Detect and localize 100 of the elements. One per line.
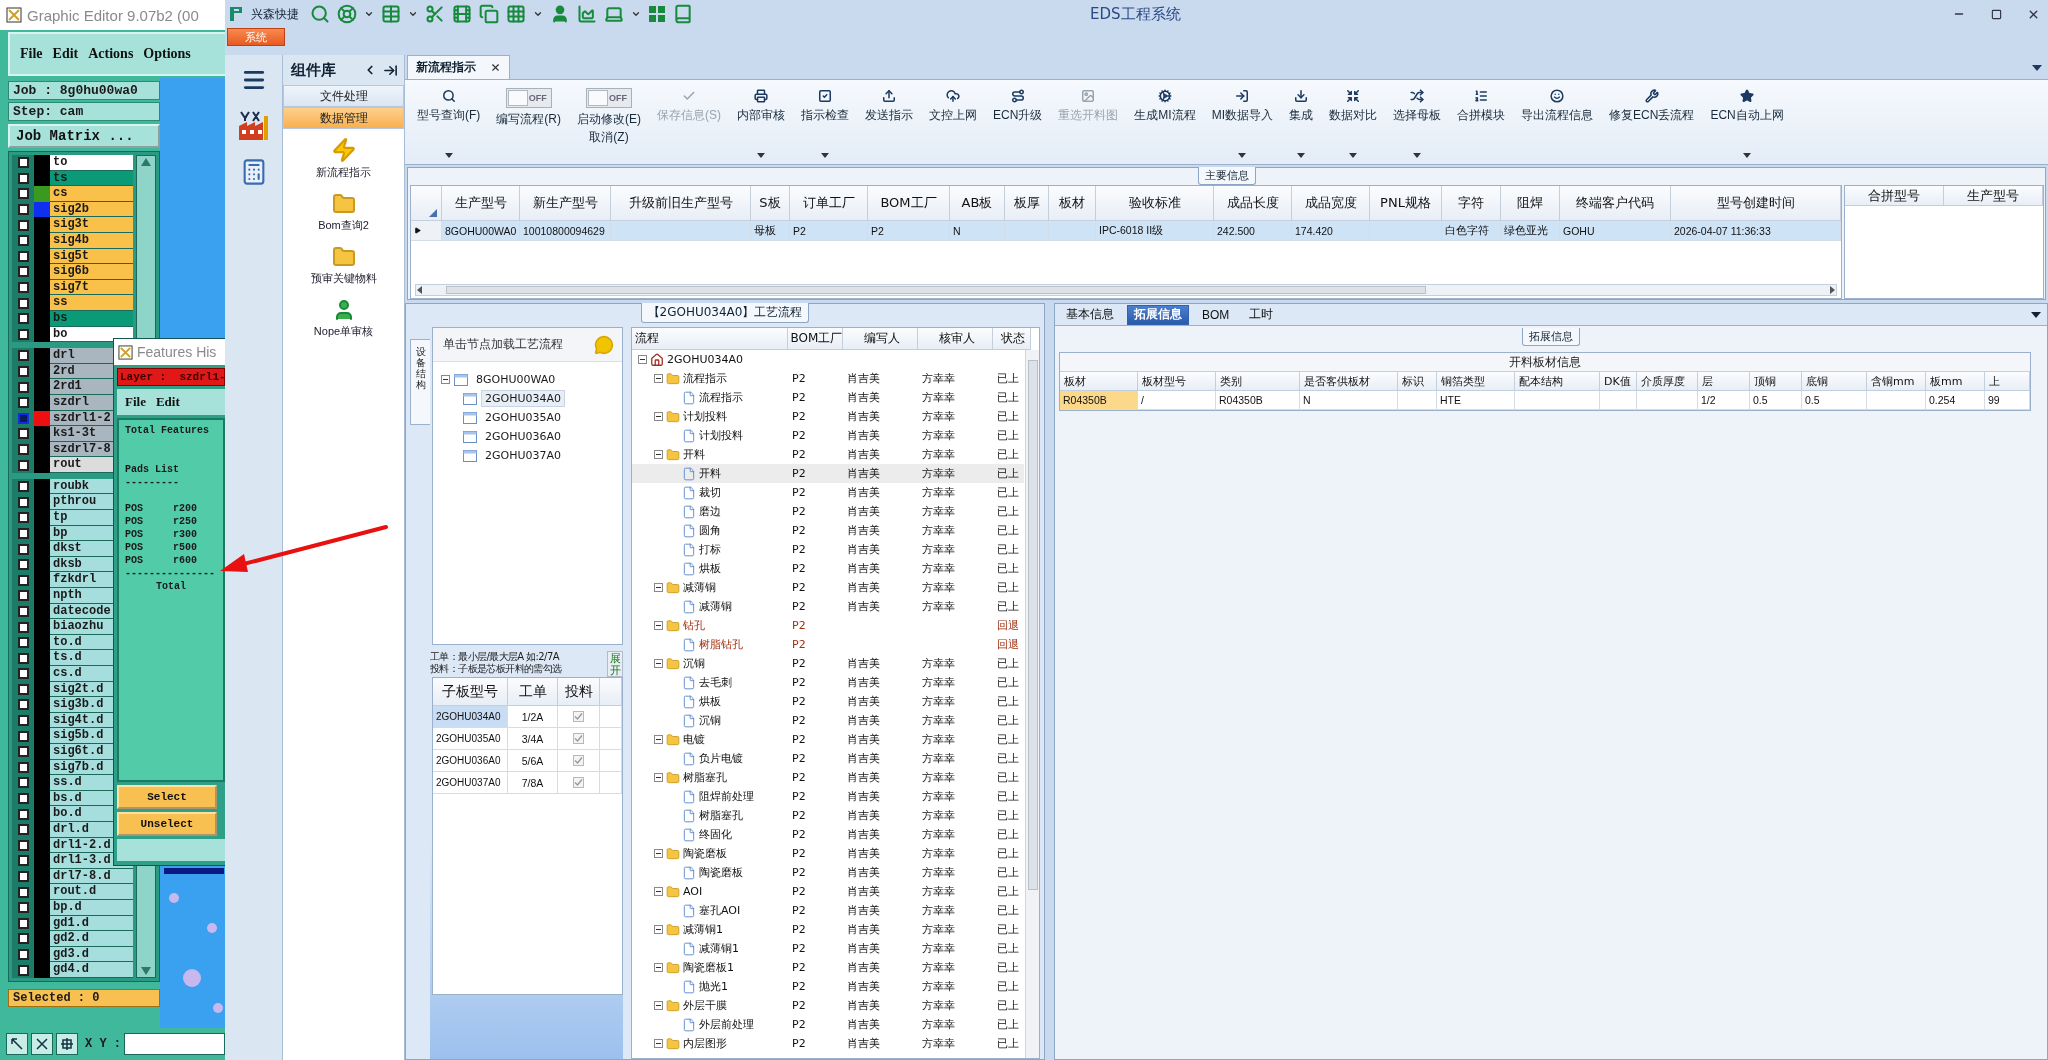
checkbox[interactable]	[573, 777, 584, 788]
ribbon-button[interactable]: 发送指示	[857, 84, 921, 164]
toggle-switch[interactable]: OFF	[505, 88, 552, 108]
toggle-switch[interactable]: OFF	[586, 88, 632, 108]
tool-button[interactable]	[6, 1033, 28, 1055]
column-header[interactable]: 成品长度	[1214, 186, 1292, 221]
layer-name[interactable]: to	[50, 155, 133, 171]
layer-checkbox[interactable]	[17, 366, 29, 377]
tool-button[interactable]	[56, 1033, 78, 1055]
layer-checkbox[interactable]	[17, 855, 29, 867]
process-row[interactable]: 电镀 P2 肖吉美 方幸幸 已上	[632, 730, 1024, 749]
ribbon-button[interactable]: 文控上网	[921, 84, 985, 164]
column-header[interactable]: 板mm	[1926, 372, 1985, 391]
layer-checkbox[interactable]	[17, 188, 29, 200]
layer-checkbox[interactable]	[17, 917, 29, 929]
menu-item[interactable]: Edit	[155, 394, 180, 410]
ribbon-button[interactable]: 内部审核	[729, 84, 793, 164]
toggle-button[interactable]: OFF 编写流程(R)	[488, 84, 569, 164]
tree-node[interactable]: 2GOHU036A0	[481, 428, 566, 445]
layer-checkbox[interactable]	[17, 824, 29, 836]
menu-item[interactable]: Options	[143, 46, 191, 62]
scroll-left-icon[interactable]	[416, 286, 424, 294]
layer-checkbox[interactable]	[17, 808, 29, 820]
ribbon-button[interactable]: 生成MI流程	[1126, 84, 1204, 164]
layer-checkbox[interactable]	[17, 412, 29, 424]
sidebar-item[interactable]: Nope单审核	[283, 290, 404, 343]
ribbon-button[interactable]: 选择母板	[1385, 84, 1450, 164]
ribbon-button[interactable]: 修复ECN丢流程	[1601, 84, 1703, 164]
layer-checkbox[interactable]	[17, 282, 29, 294]
layer-checkbox[interactable]	[17, 761, 29, 773]
tab[interactable]: 工时	[1242, 304, 1281, 325]
column-header[interactable]: 含铜mm	[1867, 372, 1926, 391]
process-row[interactable]: 烘板 P2 肖吉美 方幸幸 已上	[632, 692, 1024, 711]
collapse-icon[interactable]	[654, 450, 663, 459]
expand-button[interactable]: 展开	[607, 651, 623, 677]
column-header[interactable]: 标识	[1398, 372, 1437, 391]
column-header[interactable]: 板材	[1049, 186, 1096, 221]
layer-name[interactable]: sig3t	[50, 217, 133, 233]
process-row[interactable]: 磨边 P2 肖吉美 方幸幸 已上	[632, 502, 1024, 521]
column-header[interactable]: S板	[751, 186, 790, 221]
layer-checkbox[interactable]	[17, 590, 29, 602]
menu-item[interactable]: Edit	[52, 46, 79, 62]
layer-checkbox[interactable]	[17, 559, 29, 571]
column-header[interactable]: 配本结构	[1515, 372, 1600, 391]
process-row[interactable]: 内层图形 P2 肖吉美 方幸幸 已上	[632, 1034, 1024, 1053]
process-row[interactable]: 终固化 P2 肖吉美 方幸幸 已上	[632, 825, 1024, 844]
column-header[interactable]: 新生产型号	[520, 186, 611, 221]
collapse-icon[interactable]	[654, 773, 663, 782]
ribbon-button[interactable]: 集成	[1281, 84, 1322, 164]
layer-name[interactable]: gd2.d	[50, 931, 133, 947]
column-header[interactable]: DK值	[1600, 372, 1637, 391]
menu-item[interactable]: File	[20, 46, 43, 62]
scroll-thumb[interactable]	[1027, 360, 1038, 890]
layer-checkbox[interactable]	[17, 266, 29, 278]
process-row[interactable]: 塞孔AOI P2 肖吉美 方幸幸 已上	[632, 901, 1024, 920]
layer-checkbox[interactable]	[17, 172, 29, 184]
process-row[interactable]: 2GOHU034A0	[632, 350, 1024, 369]
sidebar-section[interactable]: 数据管理	[283, 107, 404, 129]
column-header[interactable]: 订单工厂	[790, 186, 868, 221]
sidebar-section[interactable]: 文件处理	[283, 85, 404, 107]
layer-checkbox[interactable]	[17, 652, 29, 664]
layer-checkbox[interactable]	[17, 605, 29, 617]
book-icon[interactable]	[673, 4, 693, 24]
process-row[interactable]: 陶瓷磨板1 P2 肖吉美 方幸幸 已上	[632, 958, 1024, 977]
close-icon[interactable]	[490, 62, 501, 73]
ribbon-button[interactable]: ECN升级	[985, 84, 1051, 164]
layer-checkbox[interactable]	[17, 428, 29, 440]
unselect-button[interactable]: Unselect	[117, 812, 217, 836]
layer-checkbox[interactable]	[17, 157, 29, 169]
process-row[interactable]: 阻焊前处理 P2 肖吉美 方幸幸 已上	[632, 787, 1024, 806]
layer-checkbox[interactable]	[17, 746, 29, 758]
process-row[interactable]: 去毛刺 P2 肖吉美 方幸幸 已上	[632, 673, 1024, 692]
layer-checkbox[interactable]	[17, 381, 29, 393]
layer-checkbox[interactable]	[17, 543, 29, 555]
process-row[interactable]: 外层干膜 P2 肖吉美 方幸幸 已上	[632, 996, 1024, 1015]
process-row[interactable]: 树脂塞孔 P2 肖吉美 方幸幸 已上	[632, 806, 1024, 825]
layer-checkbox[interactable]	[17, 328, 29, 340]
process-row[interactable]: 烘板 P2 肖吉美 方幸幸 已上	[632, 559, 1024, 578]
column-header[interactable]: 生产型号	[1944, 186, 2043, 206]
layer-name[interactable]: ss	[50, 295, 133, 311]
grid-icon[interactable]	[506, 4, 526, 24]
process-row[interactable]: 计划投料 P2 肖吉美 方幸幸 已上	[632, 426, 1024, 445]
column-header[interactable]: 流程	[632, 328, 788, 350]
column-header[interactable]: 字符	[1442, 186, 1501, 221]
process-row[interactable]: 减薄铜 P2 肖吉美 方幸幸 已上	[632, 578, 1024, 597]
select-button[interactable]: Select	[117, 785, 217, 809]
process-row[interactable]: 树脂钻孔 P2 回退	[632, 635, 1024, 654]
table-row[interactable]: 2GOHU035A0 3/4A	[433, 728, 622, 750]
process-row[interactable]: 流程指示 P2 肖吉美 方幸幸 已上	[632, 369, 1024, 388]
table-icon[interactable]	[381, 4, 401, 24]
collapse-icon[interactable]	[654, 887, 663, 896]
column-header[interactable]: 类别	[1216, 372, 1300, 391]
column-header[interactable]: 编写人	[843, 328, 918, 350]
scroll-thumb[interactable]	[446, 286, 1426, 294]
layer-checkbox[interactable]	[17, 350, 29, 362]
layer-checkbox[interactable]	[17, 637, 29, 649]
column-header[interactable]: 核审人	[918, 328, 993, 350]
caret-icon[interactable]	[631, 9, 641, 19]
process-row[interactable]: 流程指示 P2 肖吉美 方幸幸 已上	[632, 388, 1024, 407]
scroll-up-icon[interactable]	[141, 158, 151, 166]
